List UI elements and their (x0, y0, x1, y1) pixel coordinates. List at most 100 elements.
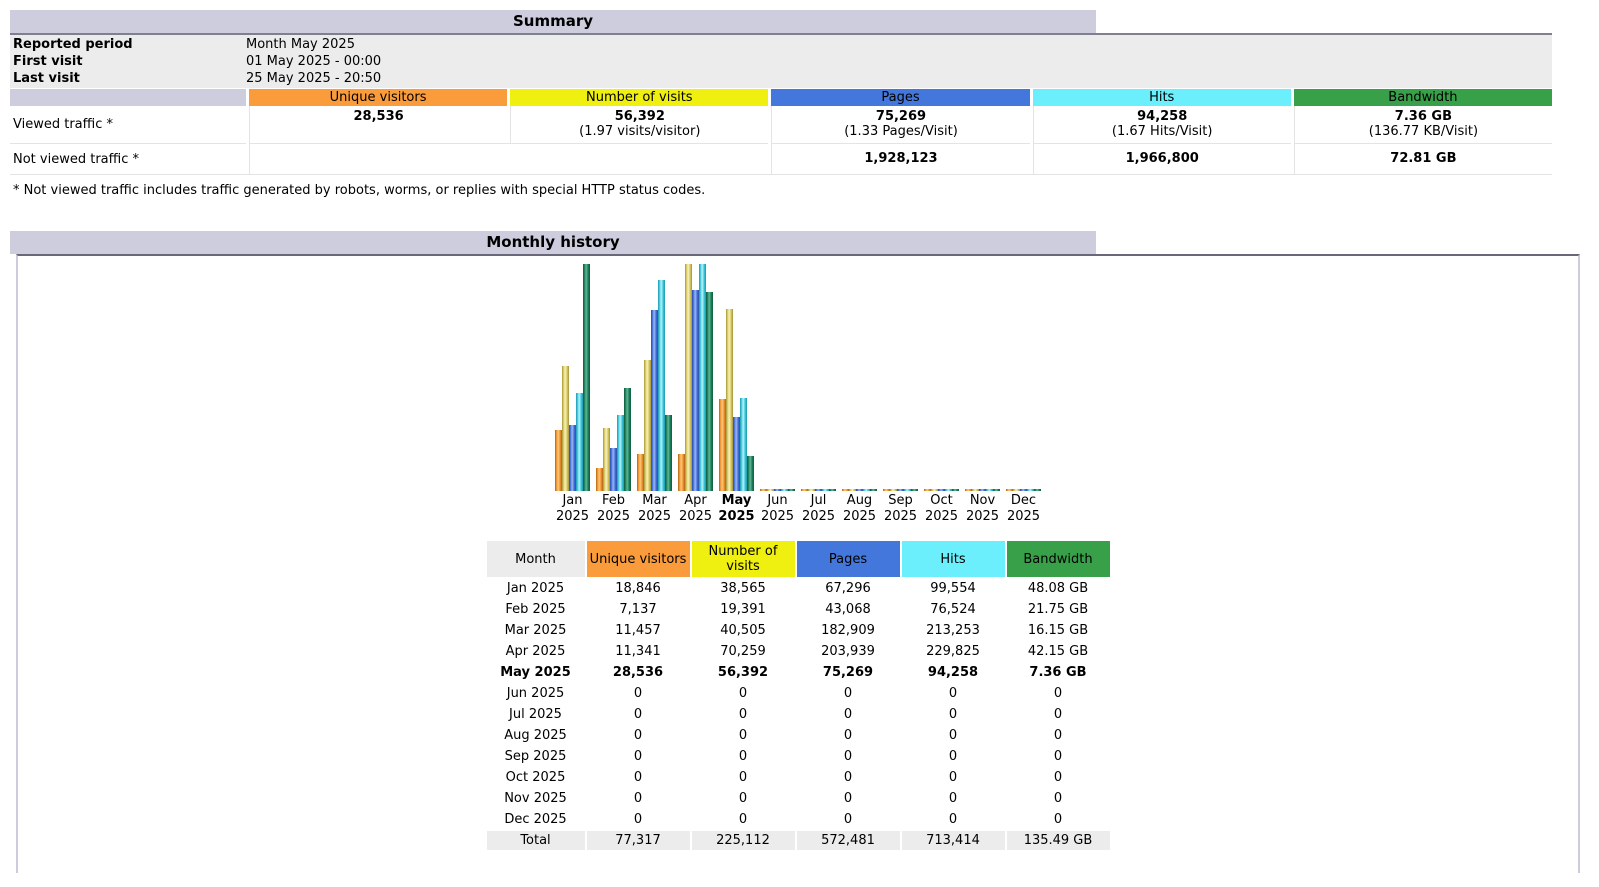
pages-cell: 203,939 (797, 642, 900, 661)
not-viewed-footnote: * Not viewed traffic includes traffic ge… (10, 183, 1599, 198)
pages-bar (979, 489, 986, 491)
visits-bar (972, 489, 979, 491)
month-label: Jun2025 (760, 493, 795, 525)
not-viewed-traffic-row: Not viewed traffic * 1,928,123 1,966,800… (10, 143, 1552, 174)
month-label-text: Nov (970, 493, 995, 509)
viewed-hits-value: 94,258 (1034, 109, 1291, 124)
pages-bar (610, 448, 617, 491)
visits-cell: 0 (692, 726, 795, 745)
bar-group-dec-2025 (1006, 489, 1041, 491)
viewed-bandwidth-cell: 7.36 GB (136.77 KB/Visit) (1294, 106, 1552, 143)
visits-cell: 56,392 (692, 663, 795, 682)
viewed-bandwidth-ratio: (136.77 KB/Visit) (1295, 124, 1552, 139)
bandwidth-cell: 7.36 GB (1007, 663, 1110, 682)
month-label-text: 2025 (761, 509, 794, 525)
viewed-visits-ratio: (1.97 visits/visitor) (511, 124, 768, 139)
visits-cell: 0 (692, 810, 795, 829)
visits-cell: 40,505 (692, 621, 795, 640)
pages-cell: 0 (797, 789, 900, 808)
bandwidth-cell: 0 (1007, 789, 1110, 808)
unique-cell: 0 (587, 684, 690, 703)
bar-group-nov-2025 (965, 489, 1000, 491)
viewed-pages-ratio: (1.33 Pages/Visit) (772, 124, 1029, 139)
visits-bar (890, 489, 897, 491)
unique-bar (924, 489, 931, 491)
unique-cell: 28,536 (587, 663, 690, 682)
visits-bar (767, 489, 774, 491)
awstats-page: Summary Reported period Month May 2025 F… (0, 0, 1599, 887)
month-cell: Dec 2025 (487, 810, 585, 829)
month-label: Aug2025 (842, 493, 877, 525)
bar-group-aug-2025 (842, 489, 877, 491)
unique-bar (842, 489, 849, 491)
month-cell: Oct 2025 (487, 768, 585, 787)
bandwidth-bar (788, 489, 795, 491)
visits-bar (562, 366, 569, 491)
pages-bar (856, 489, 863, 491)
summary-header-row: Unique visitors Number of visits Pages H… (10, 89, 1552, 106)
unique-bar (719, 399, 726, 491)
bar-group-mar-2025 (637, 280, 672, 491)
visits-bar (1013, 489, 1020, 491)
pages-bar (897, 489, 904, 491)
viewed-traffic-label: Viewed traffic * (10, 106, 246, 143)
table-row: Jan 202518,84638,56567,29699,55448.08 GB (487, 579, 1110, 598)
month-label: Jan2025 (555, 493, 590, 525)
pages-cell: 0 (797, 726, 900, 745)
visits-bar (603, 428, 610, 491)
bar-group-oct-2025 (924, 489, 959, 491)
month-cell: Jun 2025 (487, 684, 585, 703)
reported-period-row: Reported period Month May 2025 (10, 36, 1552, 53)
table-row: Feb 20257,13719,39143,06876,52421.75 GB (487, 600, 1110, 619)
month-cell: Nov 2025 (487, 789, 585, 808)
bandwidth-bar (870, 489, 877, 491)
bandwidth-bar (1034, 489, 1041, 491)
month-label-text: Jan (562, 493, 582, 509)
bandwidth-cell: 16.15 GB (1007, 621, 1110, 640)
hits-cell: 713,414 (902, 831, 1005, 850)
month-label-text: May (722, 493, 752, 509)
table-row: Sep 202500000 (487, 747, 1110, 766)
visits-cell: 0 (692, 747, 795, 766)
visits-cell: 38,565 (692, 579, 795, 598)
month-cell: Jul 2025 (487, 705, 585, 724)
summary-title: Summary (10, 10, 1096, 33)
last-visit-row: Last visit 25 May 2025 - 20:50 (10, 70, 1552, 87)
unique-cell: 0 (587, 768, 690, 787)
reported-period-value: Month May 2025 (246, 36, 1552, 53)
month-label-text: Aug (847, 493, 872, 509)
visits-cell: 0 (692, 768, 795, 787)
hits-bar (576, 393, 583, 491)
last-visit-value: 25 May 2025 - 20:50 (246, 70, 1552, 87)
bar-group-apr-2025 (678, 264, 713, 491)
hits-cell: 99,554 (902, 579, 1005, 598)
unique-bar (637, 454, 644, 491)
visits-bar (849, 489, 856, 491)
month-label: Apr2025 (678, 493, 713, 525)
visits-bar (726, 309, 733, 491)
chart-month-labels: Jan2025Feb2025Mar2025Apr2025May2025Jun20… (18, 493, 1578, 525)
viewed-traffic-row: Viewed traffic * 28,536 56,392 (1.97 vis… (10, 106, 1552, 143)
not-viewed-empty-cell (249, 143, 768, 174)
month-label-text: Oct (930, 493, 952, 509)
summary-info-block: Reported period Month May 2025 First vis… (10, 35, 1552, 88)
bar-group-may-2025 (719, 309, 754, 491)
month-label-text: Mar (642, 493, 667, 509)
bandwidth-bar (747, 456, 754, 491)
hits-cell: 94,258 (902, 663, 1005, 682)
unique-cell: 0 (587, 705, 690, 724)
bandwidth-bar (911, 489, 918, 491)
hits-bar (822, 489, 829, 491)
month-label: Nov2025 (965, 493, 1000, 525)
pages-bar (733, 417, 740, 491)
header-number-of-visits: Number of visits (510, 89, 768, 106)
viewed-visits-cell: 56,392 (1.97 visits/visitor) (510, 106, 768, 143)
unique-bar (801, 489, 808, 491)
reported-period-label: Reported period (10, 36, 246, 53)
summary-section: Summary Reported period Month May 2025 F… (10, 10, 1599, 198)
pages-cell: 43,068 (797, 600, 900, 619)
pages-bar (651, 310, 658, 491)
hits-bar (699, 264, 706, 491)
table-row: Jun 202500000 (487, 684, 1110, 703)
viewed-pages-cell: 75,269 (1.33 Pages/Visit) (771, 106, 1029, 143)
